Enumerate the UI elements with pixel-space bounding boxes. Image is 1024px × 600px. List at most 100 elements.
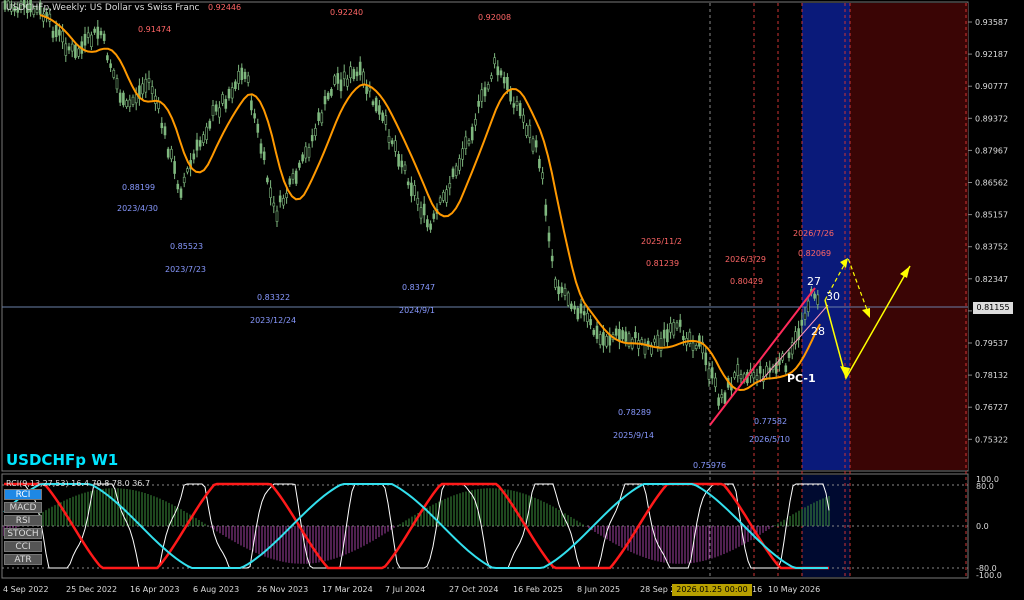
candle-body	[74, 44, 77, 58]
candle-body	[605, 336, 608, 347]
candle-body	[221, 94, 224, 104]
candle-body	[496, 66, 500, 76]
candle-body	[429, 223, 432, 230]
candle-body	[323, 96, 327, 105]
time-axis-label: 7 Jul 2024	[385, 585, 425, 594]
candle-body	[666, 329, 669, 343]
candle-body	[454, 165, 458, 176]
candle-body	[390, 140, 394, 145]
candle-body	[202, 134, 205, 143]
candle-body	[355, 71, 359, 77]
candle-body	[614, 328, 618, 336]
candle-body	[259, 143, 263, 154]
candle-body	[598, 334, 602, 346]
candle-body	[160, 122, 164, 129]
candle-body	[368, 87, 372, 92]
candle-body	[112, 69, 116, 78]
candle-body	[70, 43, 74, 52]
candle-body	[470, 126, 474, 141]
candle-body	[214, 104, 218, 112]
low-date-label: 2024/9/1	[399, 306, 435, 315]
candle-body	[422, 203, 426, 216]
candle-body	[349, 66, 352, 79]
candle-body	[502, 76, 506, 84]
candle-body	[464, 136, 468, 149]
candle-body	[717, 397, 720, 406]
candle-body	[141, 83, 144, 95]
candle-body	[752, 372, 756, 379]
candle-body	[682, 335, 685, 340]
candle-body	[618, 329, 621, 342]
time-axis-label: 8 Jun 2025	[577, 585, 620, 594]
candle-body	[509, 89, 512, 102]
candle-body	[678, 319, 682, 327]
candle-body	[381, 112, 384, 121]
wave-label-30: 30	[826, 290, 840, 303]
current-price-tag: 0.81155	[973, 302, 1013, 314]
candle-body	[602, 332, 605, 346]
candle-body	[192, 153, 196, 160]
candle-body	[387, 135, 391, 143]
candle-body	[102, 33, 106, 41]
candle-body	[595, 325, 599, 339]
candle-body	[707, 368, 711, 380]
candle-body	[208, 120, 212, 129]
low-date-label: 2023/4/30	[117, 204, 158, 213]
candle-body	[547, 232, 551, 242]
time-axis-label: 16 Apr 2023	[130, 585, 179, 594]
candle-body	[544, 204, 548, 216]
candle-body	[419, 207, 423, 219]
time-axis-label: 16 Feb 2025	[513, 585, 563, 594]
price-axis-label: 0.76727	[975, 403, 1008, 412]
candle-body	[490, 75, 493, 79]
indicator-button-rci[interactable]: RCI	[4, 489, 42, 500]
high-price-label: 0.92446	[208, 3, 241, 12]
candle-body	[461, 148, 464, 160]
candle-body	[58, 29, 61, 36]
indicator-button-rsi[interactable]: RSI	[4, 515, 42, 526]
price-axis-label: 0.78132	[975, 371, 1008, 380]
low-price-label: 0.75976	[693, 461, 726, 470]
candle-body	[512, 103, 516, 108]
candle-body	[816, 294, 820, 305]
indicator-button-stoch[interactable]: STOCH	[4, 528, 42, 539]
candle-body	[317, 112, 320, 121]
candle-body	[566, 292, 570, 306]
candle-body	[67, 46, 71, 51]
candle-body	[179, 188, 183, 198]
price-axis-label: 0.75322	[975, 435, 1008, 444]
high-price-label: 0.82069	[798, 249, 831, 258]
candle-body	[378, 105, 381, 115]
candle-body	[93, 28, 96, 33]
candle-body	[518, 103, 522, 116]
candle-body	[346, 78, 349, 87]
candle-body	[739, 374, 743, 380]
time-axis-label: 25 Dec 2022	[66, 585, 117, 594]
price-axis-label: 0.79537	[975, 339, 1008, 348]
candle-body	[166, 148, 170, 158]
indicator-button-atr[interactable]: ATR	[4, 554, 42, 565]
candle-body	[269, 187, 272, 198]
candle-body	[662, 329, 666, 339]
candle-body	[538, 158, 541, 169]
low-date-label: 2026/5/10	[749, 435, 790, 444]
low-price-label: 0.83747	[402, 283, 435, 292]
time-axis-label: 4 Sep 2022	[3, 585, 49, 594]
candle-body	[531, 138, 535, 152]
osc-axis-label: 0.0	[976, 522, 989, 531]
low-date-label: 2025/9/14	[613, 431, 654, 440]
candle-body	[499, 70, 503, 76]
candle-body	[86, 32, 90, 38]
candle-body	[442, 191, 445, 201]
candle-body	[448, 183, 452, 189]
candle-body	[234, 81, 237, 89]
high-date-label: 2026/3/29	[725, 255, 766, 264]
indicator-button-macd[interactable]: MACD	[4, 502, 42, 513]
indicator-button-cci[interactable]: CCI	[4, 541, 42, 552]
trading-chart[interactable]: PC-1 27 28 30 0.92446 0.91474 0.92240 0.…	[0, 0, 1024, 600]
candle-body	[541, 172, 544, 180]
wave-label-28: 28	[811, 325, 825, 338]
candle-body	[557, 286, 560, 295]
candle-body	[288, 178, 292, 185]
candle-body	[803, 312, 807, 320]
